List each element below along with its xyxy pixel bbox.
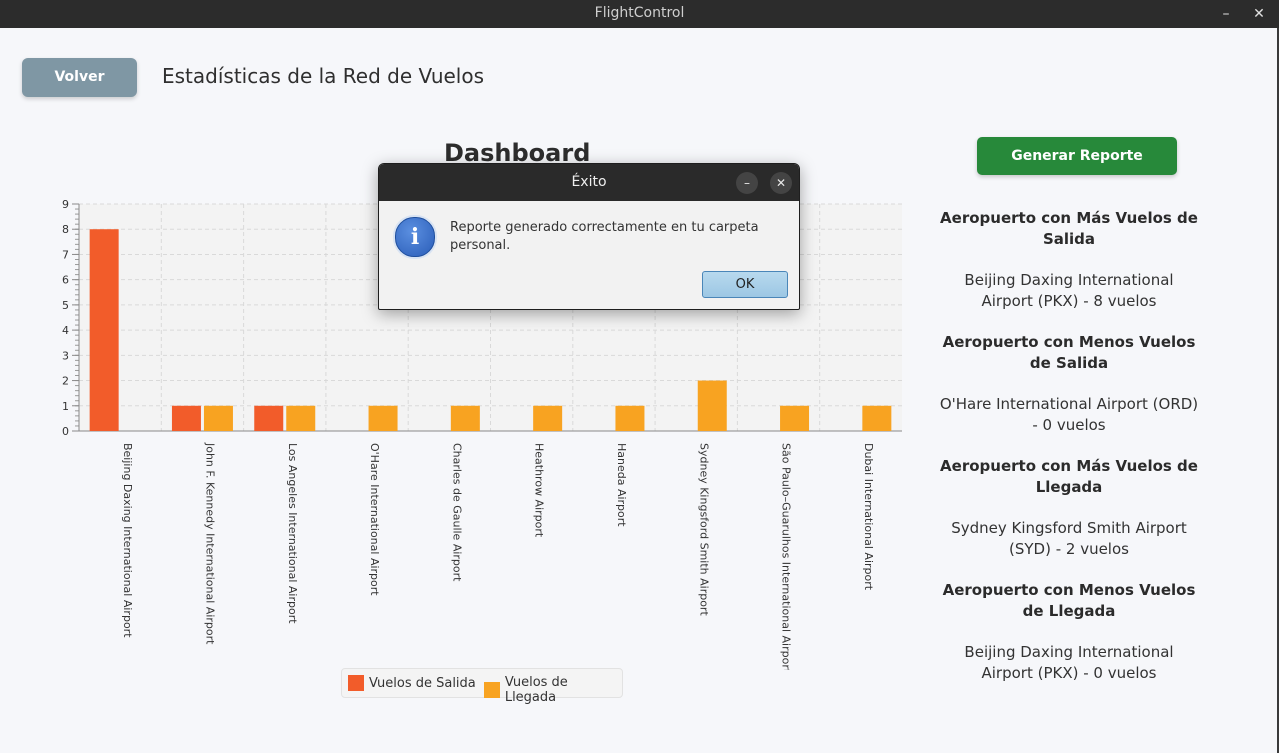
y-tick-label: 0 <box>62 425 69 438</box>
y-tick-label: 1 <box>62 400 69 413</box>
y-tick-label: 3 <box>62 349 69 362</box>
info-icon: i <box>395 217 435 257</box>
minimize-icon[interactable]: – <box>1216 4 1236 24</box>
close-icon[interactable]: ✕ <box>1249 4 1269 24</box>
y-tick-label: 6 <box>62 274 69 287</box>
y-tick-label: 7 <box>62 248 69 261</box>
stat-value-most-departures: Beijing Daxing International Airport (PK… <box>964 271 1174 310</box>
legend-item-departures: Vuelos de Salida <box>348 675 476 691</box>
page-title: Estadísticas de la Red de Vuelos <box>162 64 485 88</box>
y-tick-label: 5 <box>62 299 69 312</box>
x-tick-label: Beijing Daxing International Airport <box>121 443 134 638</box>
dialog-message: Reporte generado correctamente en tu car… <box>450 220 759 253</box>
bar-departures <box>171 405 201 431</box>
success-dialog: Éxito – ✕ i Reporte generado correctamen… <box>378 163 800 310</box>
chart-legend: Vuelos de Salida Vuelos de Llegada <box>341 668 623 705</box>
back-button[interactable]: Volver <box>22 58 137 97</box>
legend-item-arrivals: Vuelos de Llegada <box>484 675 622 705</box>
legend-label-departures: Vuelos de Salida <box>369 675 476 691</box>
bar-arrivals <box>368 405 398 431</box>
bar-arrivals <box>450 405 480 431</box>
stat-value-least-departures: O'Hare International Airport (ORD) - 0 v… <box>939 395 1199 434</box>
stat-value-most-arrivals: Sydney Kingsford Smith Airport (SYD) - 2… <box>951 519 1187 558</box>
x-tick-label: Haneda Airport <box>615 443 628 527</box>
generate-report-button[interactable]: Generar Reporte <box>977 137 1177 175</box>
y-tick-label: 4 <box>62 324 69 337</box>
x-tick-label: Heathrow Airport <box>533 443 546 538</box>
x-tick-label: Charles de Gaulle Airport <box>450 443 463 582</box>
stat-heading-least-arrivals: Aeropuerto con Menos Vuelos de Llegada <box>942 581 1196 620</box>
x-tick-label: Dubai International Airport <box>862 443 875 591</box>
stat-heading-most-departures: Aeropuerto con Más Vuelos de Salida <box>940 209 1198 248</box>
bar-arrivals <box>615 405 645 431</box>
bar-arrivals <box>862 405 892 431</box>
x-tick-label: Los Angeles International Airport <box>286 443 299 624</box>
window-title: FlightControl <box>594 5 685 21</box>
window-titlebar: FlightControl – ✕ <box>0 0 1279 28</box>
y-tick-label: 8 <box>62 223 69 236</box>
bar-arrivals <box>533 405 563 431</box>
dialog-titlebar: Éxito – ✕ <box>379 164 799 201</box>
y-tick-label: 2 <box>62 375 69 388</box>
bar-arrivals <box>697 380 727 431</box>
stat-heading-least-departures: Aeropuerto con Menos Vuelos de Salida <box>942 333 1196 372</box>
dialog-minimize-icon[interactable]: – <box>736 172 758 194</box>
bar-arrivals <box>203 405 233 431</box>
bar-arrivals <box>286 405 316 431</box>
x-tick-label: São Paulo–Guarulhos International Airpor… <box>780 443 793 670</box>
ok-button[interactable]: OK <box>702 271 788 298</box>
dialog-close-icon[interactable]: ✕ <box>770 172 792 194</box>
stat-heading-most-arrivals: Aeropuerto con Más Vuelos de Llegada <box>940 457 1198 496</box>
bar-departures <box>89 229 119 431</box>
legend-swatch-departures <box>348 675 364 691</box>
x-tick-label: Sydney Kingsford Smith Airport <box>697 443 710 616</box>
bar-departures <box>254 405 284 431</box>
legend-swatch-arrivals <box>484 682 500 698</box>
bar-arrivals <box>780 405 810 431</box>
stat-value-least-arrivals: Beijing Daxing International Airport (PK… <box>964 643 1174 682</box>
y-tick-label: 9 <box>62 198 69 211</box>
x-tick-label: O'Hare International Airport <box>368 443 381 596</box>
legend-label-arrivals: Vuelos de Llegada <box>504 675 568 705</box>
x-tick-label: John F. Kennedy International Airport <box>203 442 216 645</box>
